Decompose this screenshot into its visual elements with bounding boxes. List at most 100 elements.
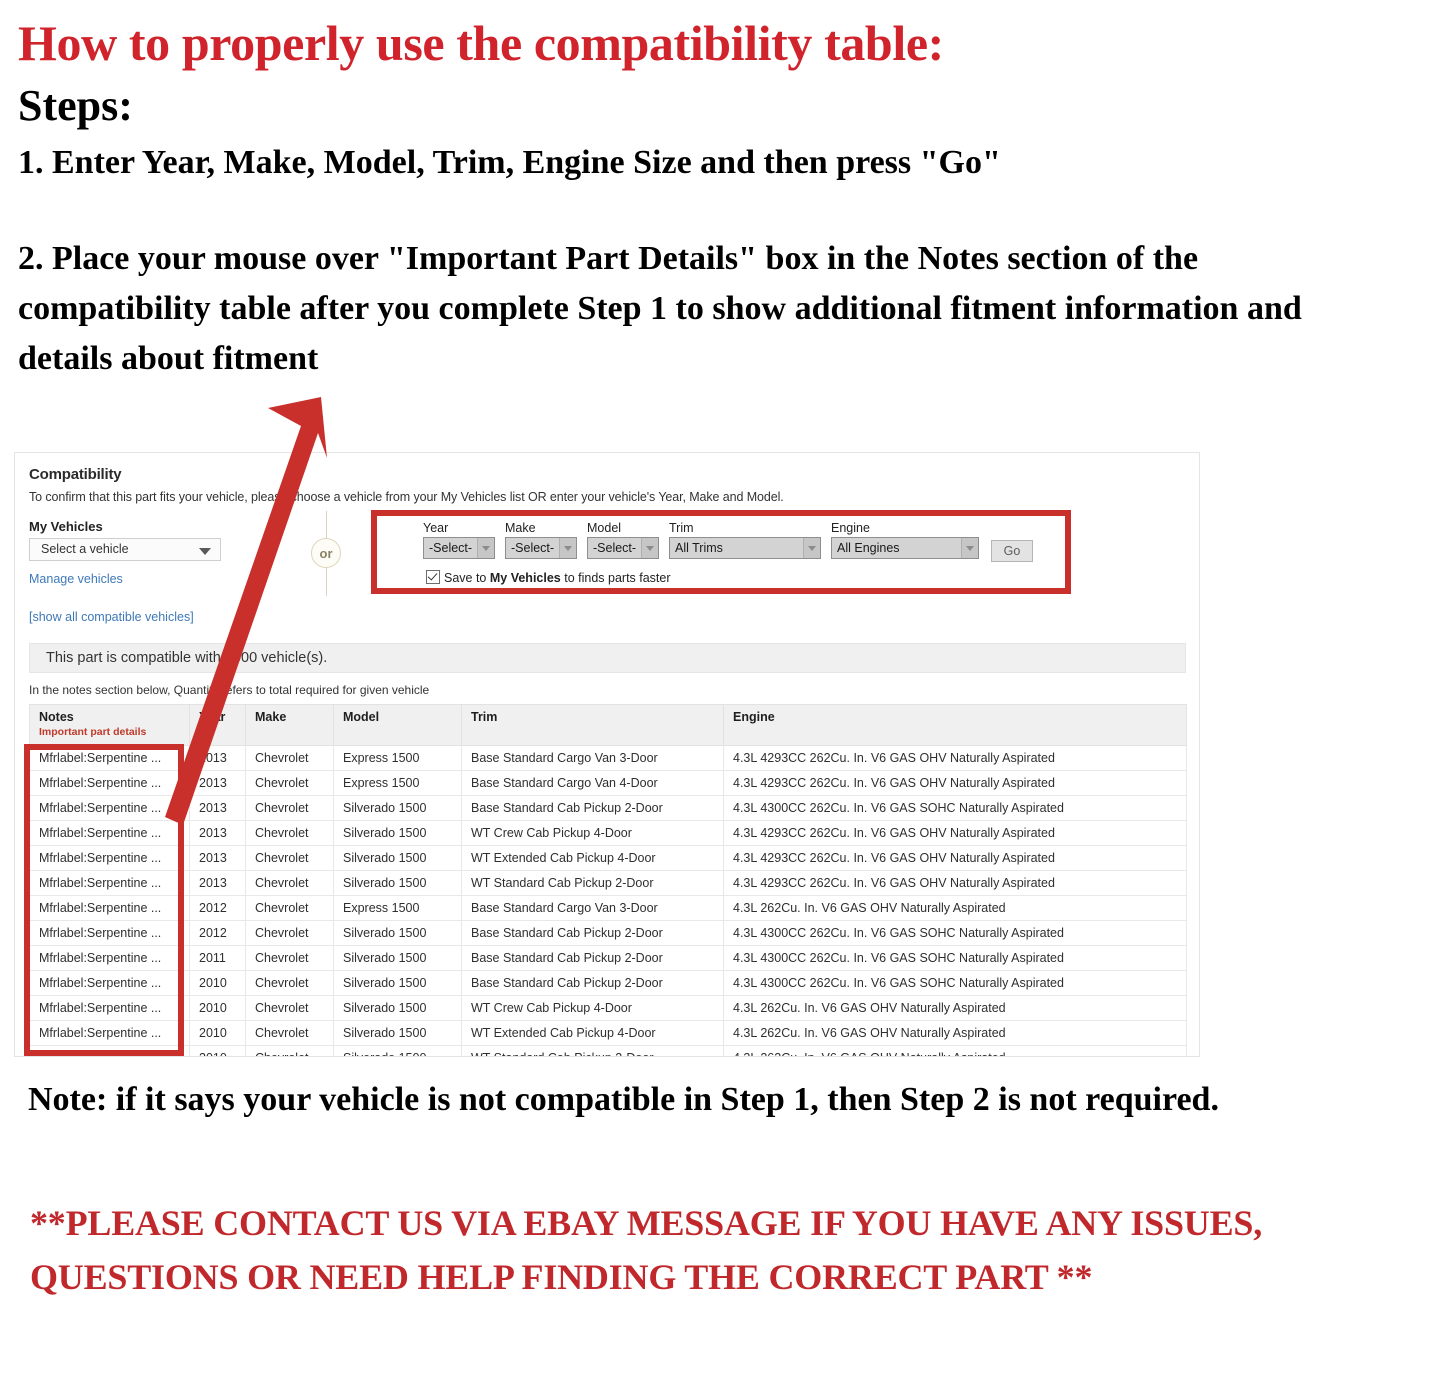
cell-notes[interactable]: Mfrlabel:Serpentine ... xyxy=(29,920,190,946)
cell-notes[interactable]: Mfrlabel:Serpentine ... xyxy=(29,845,190,871)
cell-notes[interactable]: Mfrlabel:Serpentine ... xyxy=(29,995,190,1021)
compatibility-panel: Compatibility To confirm that this part … xyxy=(14,452,1200,1057)
cell-year: 2010 xyxy=(189,1020,246,1046)
cell-make: Chevrolet xyxy=(245,995,334,1021)
cell-year: 2013 xyxy=(189,820,246,846)
cell-year: 2013 xyxy=(189,745,246,771)
cell-notes[interactable]: Mfrlabel:Serpentine ... xyxy=(29,745,190,771)
table-row: Mfrlabel:Serpentine ...2010ChevroletSilv… xyxy=(29,995,1187,1021)
trim-select-value: All Trims xyxy=(675,541,723,555)
cell-trim: Base Standard Cab Pickup 2-Door xyxy=(461,795,724,821)
cell-model: Silverado 1500 xyxy=(333,795,462,821)
engine-field: Engine All Engines xyxy=(831,521,979,559)
cell-make: Chevrolet xyxy=(245,920,334,946)
cell-engine: 4.3L 4293CC 262Cu. In. V6 GAS OHV Natura… xyxy=(723,845,1187,871)
cell-make: Chevrolet xyxy=(245,1020,334,1046)
cell-notes[interactable]: Mfrlabel:Serpentine ... xyxy=(29,1045,190,1056)
year-select[interactable]: -Select- xyxy=(423,537,495,559)
cell-model: Silverado 1500 xyxy=(333,995,462,1021)
table-row: Mfrlabel:Serpentine ... 2012 Chevrolet Silv… xyxy=(29,920,1187,946)
cell-make: Chevrolet xyxy=(245,820,334,846)
compatibility-status-banner: This part is compatible with 1000 vehicl… xyxy=(29,643,1186,673)
cell-engine: 4.3L 4293CC 262Cu. In. V6 GAS OHV Natura… xyxy=(723,770,1187,796)
cell-model: Silverado 1500 xyxy=(333,845,462,871)
cell-notes[interactable]: Mfrlabel:Serpentine ... xyxy=(29,970,190,996)
compatibility-table: Notes Important part details Year Make M… xyxy=(29,704,1187,1056)
table-row: Mfrlabel:Serpentine ... 2013 Chevrolet Silv… xyxy=(29,845,1187,871)
table-row: Mfrlabel:Serpentine ... 2011 Chevrolet Silv… xyxy=(29,945,1187,971)
save-prefix-text: Save to xyxy=(444,571,490,585)
col-header-make: Make xyxy=(245,704,334,746)
cell-model: Silverado 1500 xyxy=(333,1045,462,1056)
model-label: Model xyxy=(587,521,622,535)
cell-notes[interactable]: Mfrlabel:Serpentine ... xyxy=(29,945,190,971)
cell-notes[interactable]: Mfrlabel:Serpentine ... xyxy=(29,770,190,796)
cell-notes[interactable]: Mfrlabel:Serpentine ... xyxy=(29,795,190,821)
cell-engine: 4.3L 262Cu. In. V6 GAS OHV Naturally Asp… xyxy=(723,1020,1187,1046)
engine-select[interactable]: All Engines xyxy=(831,537,979,559)
table-row: Mfrlabel:Serpentine ... 2012 Chevrolet Expr… xyxy=(29,895,1187,921)
col-header-trim: Trim xyxy=(461,704,724,746)
cell-make: Chevrolet xyxy=(245,845,334,871)
cell-year: 2011 xyxy=(189,945,246,971)
cell-engine: 4.3L 4300CC 262Cu. In. V6 GAS SOHC Natur… xyxy=(723,920,1187,946)
year-field: Year -Select- xyxy=(423,521,495,559)
page-title: How to properly use the compatibility ta… xyxy=(18,15,944,71)
col-header-year: Year xyxy=(189,704,246,746)
cell-notes[interactable]: Mfrlabel:Serpentine ... xyxy=(29,820,190,846)
save-to-my-vehicles-row[interactable]: Save to My Vehicles to finds parts faste… xyxy=(426,570,671,585)
cell-engine: 4.3L 4300CC 262Cu. In. V6 GAS SOHC Natur… xyxy=(723,795,1187,821)
cell-year: 2010 xyxy=(189,995,246,1021)
save-to-my-vehicles-checkbox[interactable] xyxy=(426,570,440,584)
cell-model: Silverado 1500 xyxy=(333,945,462,971)
cell-model: Express 1500 xyxy=(333,745,462,771)
manage-vehicles-link[interactable]: Manage vehicles xyxy=(29,572,123,586)
cell-engine: 4.3L 262Cu. In. V6 GAS OHV Naturally Asp… xyxy=(723,1045,1187,1056)
cell-model: Silverado 1500 xyxy=(333,920,462,946)
table-row: Mfrlabel:Serpentine ... 2013 Chevrolet Expr… xyxy=(29,745,1187,771)
chevron-down-icon xyxy=(559,538,576,558)
instructions-block: How to properly use the compatibility ta… xyxy=(14,0,1414,385)
cell-year: 2010 xyxy=(189,1045,246,1056)
cell-trim: WT Standard Cab Pickup 2-Door xyxy=(461,870,724,896)
make-field: Make -Select- xyxy=(505,521,577,559)
cell-make: Chevrolet xyxy=(245,1045,334,1056)
cell-trim: WT Extended Cab Pickup 4-Door xyxy=(461,1020,724,1046)
cell-trim: WT Standard Cab Pickup 2-Door xyxy=(461,1045,724,1056)
go-button[interactable]: Go xyxy=(991,540,1033,562)
year-label: Year xyxy=(423,521,449,535)
chevron-down-icon xyxy=(961,538,978,558)
cell-trim: WT Crew Cab Pickup 4-Door xyxy=(461,995,724,1021)
make-label: Make xyxy=(505,521,536,535)
cell-notes[interactable]: Mfrlabel:Serpentine ... xyxy=(29,895,190,921)
cell-year: 2013 xyxy=(189,845,246,871)
save-bold-text: My Vehicles xyxy=(489,571,561,585)
cell-make: Chevrolet xyxy=(245,870,334,896)
step-1-text: 1. Enter Year, Make, Model, Trim, Engine… xyxy=(18,144,1001,182)
cell-make: Chevrolet xyxy=(245,895,334,921)
cell-trim: Base Standard Cargo Van 4-Door xyxy=(461,770,724,796)
cell-engine: 4.3L 4293CC 262Cu. In. V6 GAS OHV Natura… xyxy=(723,820,1187,846)
cell-make: Chevrolet xyxy=(245,945,334,971)
cell-trim: Base Standard Cargo Van 3-Door xyxy=(461,745,724,771)
cell-year: 2013 xyxy=(189,795,246,821)
cell-engine: 4.3L 262Cu. In. V6 GAS OHV Naturally Asp… xyxy=(723,995,1187,1021)
engine-label: Engine xyxy=(831,521,870,535)
table-row: Mfrlabel:Serpentine ... 2013 Chevrolet Expr… xyxy=(29,770,1187,796)
cell-notes[interactable]: Mfrlabel:Serpentine ... xyxy=(29,1020,190,1046)
vehicle-select-dropdown[interactable]: Select a vehicle xyxy=(29,538,221,561)
chevron-down-icon xyxy=(641,538,658,558)
save-suffix-text: to finds parts faster xyxy=(560,571,671,585)
model-select[interactable]: -Select- xyxy=(587,537,659,559)
table-row: Mfrlabel:Serpentine ... 2013 Chevrolet Silv… xyxy=(29,820,1187,846)
or-divider-label: or xyxy=(311,538,341,568)
make-select-value: -Select- xyxy=(511,541,555,555)
trim-select[interactable]: All Trims xyxy=(669,537,821,559)
make-select[interactable]: -Select- xyxy=(505,537,577,559)
cell-notes[interactable]: Mfrlabel:Serpentine ... xyxy=(29,870,190,896)
cell-engine: 4.3L 4300CC 262Cu. In. V6 GAS SOHC Natur… xyxy=(723,945,1187,971)
cell-model: Silverado 1500 xyxy=(333,970,462,996)
steps-heading: Steps: xyxy=(18,81,133,130)
trim-field: Trim All Trims xyxy=(669,521,821,559)
show-all-compatible-vehicles-link[interactable]: [show all compatible vehicles] xyxy=(29,610,194,624)
